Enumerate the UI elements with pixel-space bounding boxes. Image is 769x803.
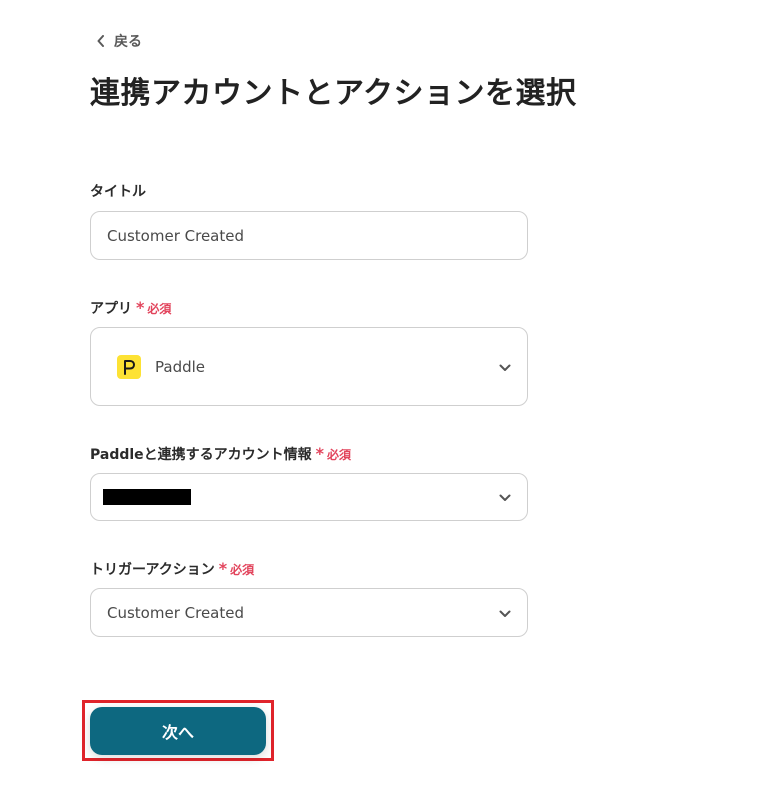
- required-text: 必須: [147, 301, 172, 316]
- back-label: 戻る: [114, 34, 142, 50]
- back-link[interactable]: 戻る: [96, 31, 142, 51]
- app-select[interactable]: Paddle: [90, 327, 528, 406]
- redacted-account-value: [103, 489, 191, 505]
- title-label-text: タイトル: [90, 184, 146, 200]
- page-title: 連携アカウントとアクションを選択: [90, 76, 577, 111]
- required-badge: * 必須: [316, 446, 351, 463]
- next-button[interactable]: 次へ: [90, 707, 266, 755]
- asterisk-icon: *: [136, 298, 145, 317]
- chevron-down-icon: [499, 358, 511, 376]
- required-badge: * 必須: [136, 300, 171, 317]
- chevron-down-icon: [499, 604, 511, 622]
- paddle-logo-icon: [117, 354, 141, 379]
- required-text: 必須: [327, 447, 352, 462]
- account-select[interactable]: [90, 473, 528, 521]
- trigger-label-text: トリガーアクション: [90, 562, 215, 578]
- trigger-action-select[interactable]: Customer Created: [90, 588, 528, 637]
- trigger-select-value: Customer Created: [107, 603, 244, 622]
- account-field-label: Paddleと連携するアカウント情報 * 必須: [90, 444, 351, 464]
- trigger-field-label: トリガーアクション * 必須: [90, 559, 254, 579]
- chevron-down-icon: [499, 488, 511, 506]
- page: 戻る 連携アカウントとアクションを選択 タイトル Customer Create…: [0, 0, 769, 803]
- account-label-text: Paddleと連携するアカウント情報: [90, 447, 312, 463]
- title-input-value: Customer Created: [107, 226, 244, 245]
- required-badge: * 必須: [219, 561, 254, 578]
- title-field-label: タイトル: [90, 181, 146, 201]
- chevron-left-icon: [96, 35, 106, 47]
- asterisk-icon: *: [315, 444, 325, 463]
- required-text: 必須: [230, 562, 255, 577]
- app-field-label: アプリ * 必須: [90, 298, 171, 318]
- title-input[interactable]: Customer Created: [90, 211, 528, 260]
- app-label-text: アプリ: [90, 301, 132, 317]
- app-select-value: Paddle: [155, 357, 206, 376]
- asterisk-icon: *: [218, 559, 228, 578]
